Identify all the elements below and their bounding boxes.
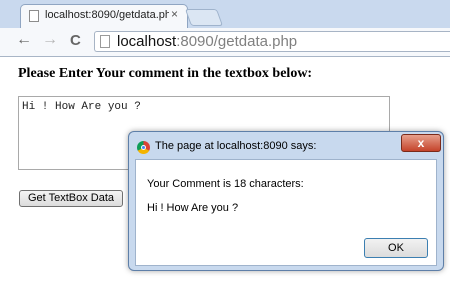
- back-arrow-icon[interactable]: ←: [16, 31, 32, 49]
- tab-close-icon[interactable]: ×: [171, 7, 178, 21]
- page-heading: Please Enter Your comment in the textbox…: [18, 66, 313, 81]
- ok-button[interactable]: OK: [364, 238, 428, 258]
- chrome-icon: [137, 141, 150, 154]
- page-icon: [29, 10, 39, 22]
- address-bar[interactable]: localhost:8090/getdata.php: [94, 31, 450, 52]
- alert-dialog: The page at localhost:8090 says: x Your …: [128, 131, 444, 271]
- get-textbox-data-button[interactable]: Get TextBox Data: [19, 190, 123, 207]
- dialog-message-count: Your Comment is 18 characters:: [147, 178, 304, 190]
- browser-tab[interactable]: localhost:8090/getdata.ph ×: [20, 4, 188, 28]
- tab-title: localhost:8090/getdata.ph: [45, 9, 169, 21]
- new-tab-button[interactable]: [184, 9, 224, 26]
- url-path: :8090/getdata.php: [176, 33, 298, 50]
- dialog-close-button[interactable]: x: [401, 134, 441, 152]
- dialog-message-text: Hi ! How Are you ?: [147, 202, 239, 214]
- tab-strip: localhost:8090/getdata.ph ×: [0, 0, 450, 28]
- url-host: localhost: [117, 33, 177, 50]
- page-icon: [100, 35, 110, 48]
- dialog-body: Your Comment is 18 characters: Hi ! How …: [135, 159, 437, 266]
- forward-arrow-icon[interactable]: →: [42, 31, 58, 49]
- reload-icon[interactable]: C: [70, 32, 81, 49]
- url-text: localhost:8090/getdata.php: [117, 32, 297, 51]
- dialog-title: The page at localhost:8090 says:: [155, 140, 317, 152]
